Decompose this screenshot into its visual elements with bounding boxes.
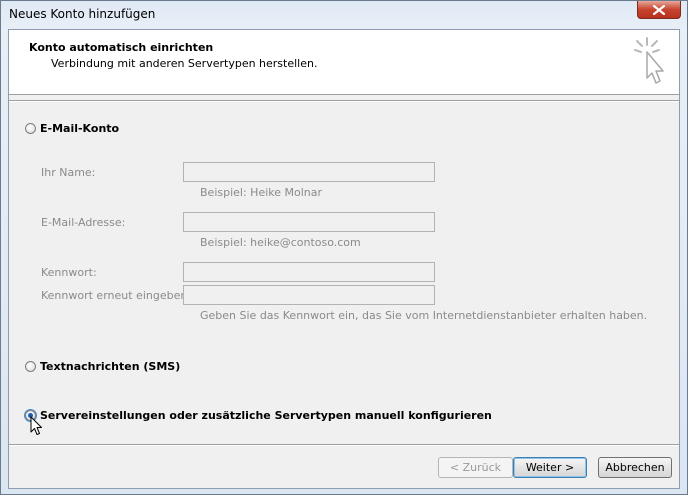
- radio-email-account[interactable]: E-Mail-Konto: [25, 122, 119, 135]
- window-title: Neues Konto hinzufügen: [9, 7, 156, 21]
- name-hint: Beispiel: Heike Molnar: [200, 186, 323, 199]
- radio-button[interactable]: [25, 361, 36, 372]
- radio-email-label: E-Mail-Konto: [40, 122, 120, 135]
- header-title: Konto automatisch einrichten: [29, 41, 214, 54]
- footer-separator: [9, 444, 679, 446]
- password-confirm-label: Kennwort erneut eingeben:: [41, 289, 192, 302]
- header-subtitle: Verbindung mit anderen Servertypen herst…: [51, 57, 318, 70]
- email-field[interactable]: [183, 212, 435, 232]
- radio-manual-config[interactable]: Servereinstellungen oder zusätzliche Ser…: [25, 409, 492, 422]
- radio-sms-label: Textnachrichten (SMS): [40, 360, 181, 373]
- email-label: E-Mail-Adresse:: [41, 216, 126, 229]
- name-field[interactable]: [183, 162, 435, 182]
- password-hint: Geben Sie das Kennwort ein, das Sie vom …: [200, 309, 648, 322]
- email-hint: Beispiel: heike@contoso.com: [200, 236, 361, 249]
- title-bar: Neues Konto hinzufügen: [1, 1, 687, 29]
- cancel-button[interactable]: Abbrechen: [598, 457, 672, 478]
- header-separator: [9, 100, 679, 102]
- close-button[interactable]: [637, 1, 681, 19]
- wizard-header: Konto automatisch einrichten Verbindung …: [9, 30, 679, 95]
- dialog-window: Neues Konto hinzufügen Konto automatisch…: [0, 0, 688, 495]
- password-label: Kennwort:: [41, 266, 97, 279]
- radio-button[interactable]: [25, 123, 36, 134]
- dialog-content: Konto automatisch einrichten Verbindung …: [8, 29, 680, 489]
- click-cursor-icon: [631, 36, 667, 91]
- mouse-pointer-icon: [30, 416, 42, 439]
- password-field[interactable]: [183, 262, 435, 282]
- close-icon: [653, 4, 665, 15]
- next-button[interactable]: Weiter >: [513, 457, 587, 478]
- back-button[interactable]: < Zurück: [438, 457, 513, 478]
- password-confirm-field[interactable]: [183, 285, 435, 305]
- name-label: Ihr Name:: [41, 166, 96, 179]
- radio-manual-label: Servereinstellungen oder zusätzliche Ser…: [40, 409, 492, 422]
- radio-sms[interactable]: Textnachrichten (SMS): [25, 360, 180, 373]
